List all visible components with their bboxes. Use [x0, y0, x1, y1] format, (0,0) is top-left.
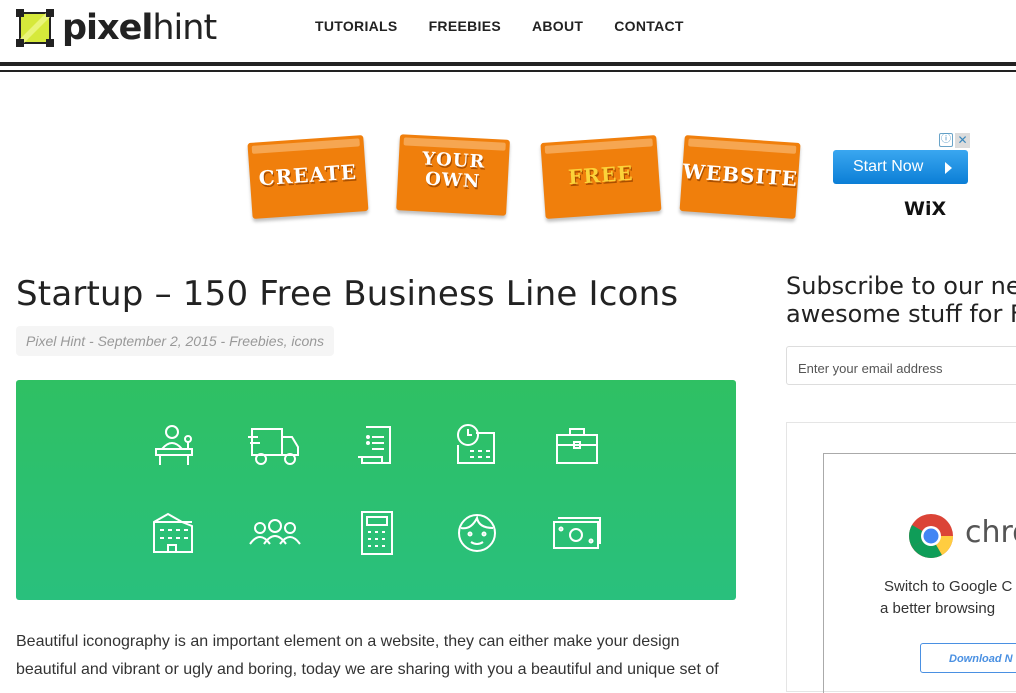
site-logo[interactable]: pixelhint — [16, 8, 217, 48]
calculator-icon — [361, 511, 393, 555]
ad-start-now-button[interactable]: Start Now — [833, 150, 968, 184]
chrome-ad-line1: Switch to Google C — [884, 578, 1013, 595]
nav-about[interactable]: ABOUT — [532, 18, 583, 34]
post-meta: Pixel Hint - September 2, 2015 - Freebie… — [16, 326, 335, 356]
ad-info-icon[interactable]: ⓘ — [939, 133, 953, 147]
reception-desk-icon — [155, 425, 193, 465]
play-icon — [945, 162, 952, 174]
face-icon — [458, 514, 496, 552]
invoice-icon — [358, 426, 391, 464]
page-title: Startup – 150 Free Business Line Icons — [16, 274, 679, 314]
office-building-icon — [153, 512, 193, 553]
download-button[interactable]: Download N — [920, 643, 1016, 673]
nav-freebies[interactable]: FREEBIES — [429, 18, 501, 34]
site-header: pixelhint TUTORIALS FREEBIES ABOUT CONTA… — [0, 0, 1016, 62]
header-divider-thin — [0, 70, 1016, 72]
banner-ad[interactable]: CREATE YOUR OWN FREE WEBSITE ⓘ ✕ Start N… — [247, 133, 970, 223]
nav-contact[interactable]: CONTACT — [614, 18, 684, 34]
ad-tile-your-own: YOUR OWN — [396, 134, 510, 218]
post-body: Beautiful iconography is an important el… — [16, 633, 719, 678]
wix-logo: WiX — [904, 198, 947, 220]
ad-tile-create: CREATE — [247, 135, 369, 221]
ad-tile-free: FREE — [540, 135, 662, 221]
ad-close-icon[interactable]: ✕ — [955, 133, 970, 148]
delivery-truck-icon — [248, 428, 299, 465]
main-nav: TUTORIALS FREEBIES ABOUT CONTACT — [315, 18, 715, 34]
chrome-logo-icon — [909, 514, 953, 558]
logo-text: pixelhint — [62, 8, 217, 48]
email-field[interactable]: Enter your email address — [786, 346, 1016, 385]
schedule-calendar-icon — [457, 424, 495, 464]
chrome-brand-text: chro — [965, 515, 1016, 550]
subscribe-title: Subscribe to our new awesome stuff for Fr — [786, 272, 1016, 328]
hero-image — [16, 380, 736, 600]
logo-square-icon — [16, 9, 54, 47]
briefcase-icon — [556, 428, 598, 464]
money-icon — [553, 517, 601, 549]
chrome-ad-line2: a better browsing — [880, 600, 996, 617]
team-icon — [249, 519, 301, 545]
nav-tutorials[interactable]: TUTORIALS — [315, 18, 398, 34]
header-divider-thick — [0, 62, 1016, 66]
ad-tile-website: WEBSITE — [679, 135, 801, 221]
